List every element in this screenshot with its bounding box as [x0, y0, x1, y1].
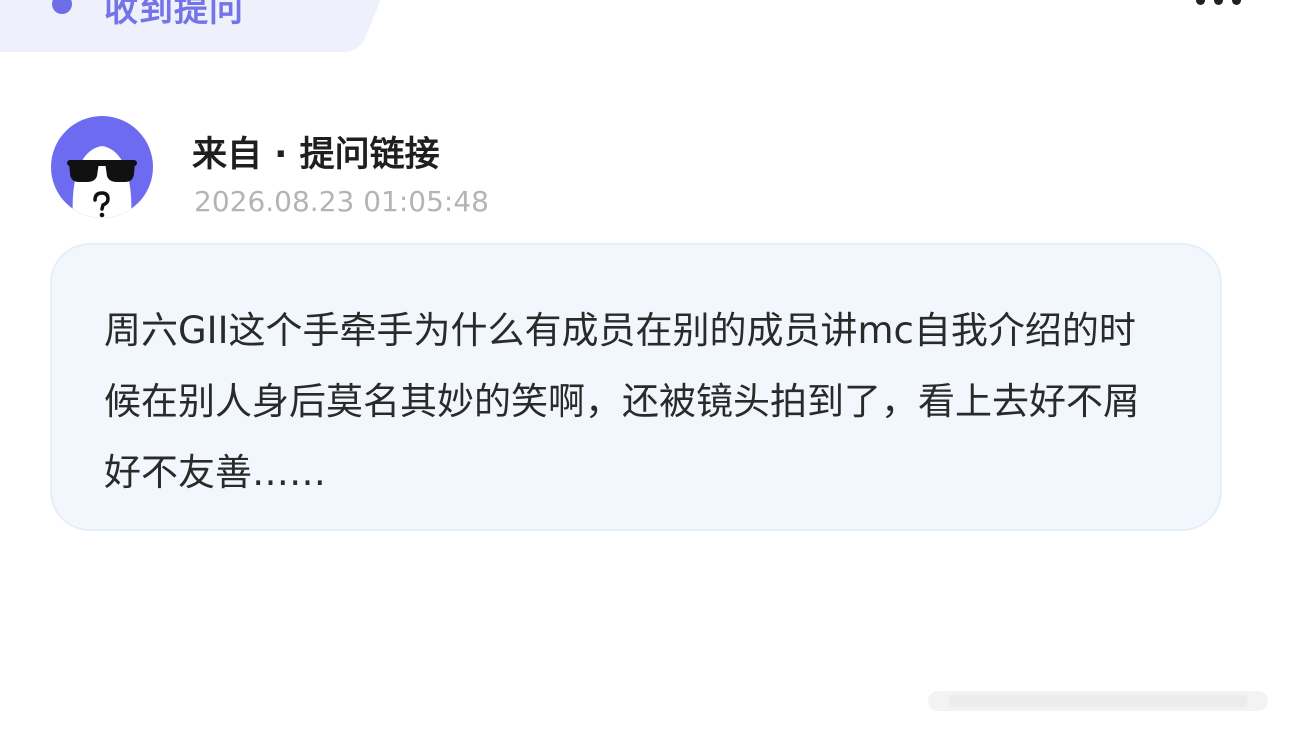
- anonymous-avatar-icon: [51, 116, 153, 218]
- watermark: [928, 681, 1288, 721]
- question-card: 周六GII这个手牵手为什么有成员在别的成员讲mc自我介绍的时候在别人身后莫名其妙…: [50, 243, 1222, 531]
- more-dots-icon[interactable]: [1196, 0, 1244, 12]
- question-body: 周六GII这个手牵手为什么有成员在别的成员讲mc自我介绍的时候在别人身后莫名其妙…: [104, 309, 1140, 494]
- question-page: 收到提问 来自 · 提问链接 2026.08.23 01:05:48 周六GII…: [0, 0, 1300, 731]
- page-title: 收到提问: [104, 0, 244, 30]
- question-timestamp: 2026.08.23 01:05:48: [194, 185, 489, 218]
- question-source: 来自 · 提问链接: [192, 135, 440, 175]
